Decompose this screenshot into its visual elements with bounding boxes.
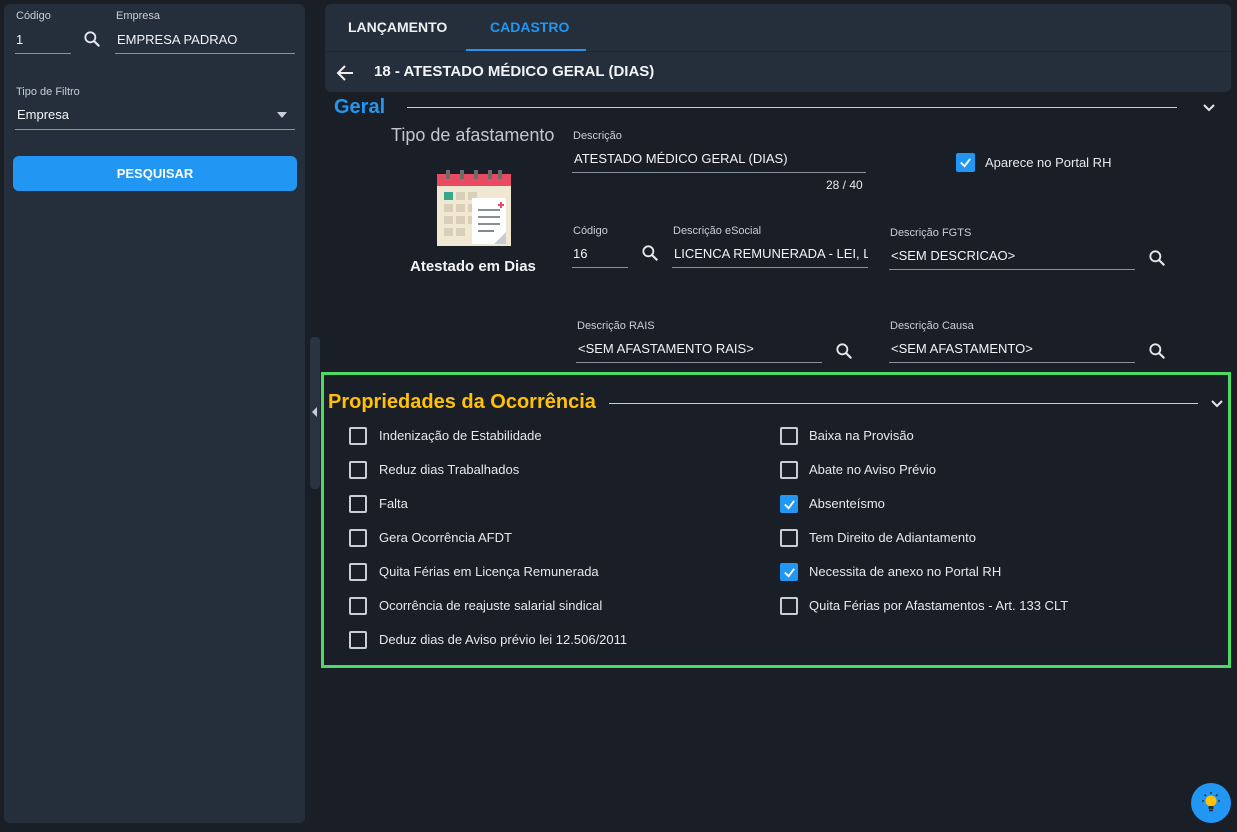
- property-label: Baixa na Provisão: [809, 428, 914, 443]
- property-checkbox[interactable]: [780, 563, 798, 581]
- descricao-label: Descrição: [573, 130, 622, 142]
- lightbulb-icon: [1202, 792, 1220, 812]
- codigo2-input[interactable]: 16: [572, 244, 628, 268]
- causa-value: <SEM AFASTAMENTO>: [891, 341, 1033, 356]
- property-label: Indenização de Estabilidade: [379, 428, 542, 443]
- property-checkbox[interactable]: [780, 495, 798, 513]
- rais-input[interactable]: <SEM AFASTAMENTO RAIS>: [576, 339, 822, 363]
- back-arrow-icon[interactable]: [336, 64, 354, 82]
- header-divider: [325, 51, 1231, 52]
- propriedades-section-title: Propriedades da Ocorrência: [328, 391, 596, 413]
- empresa-input[interactable]: EMPRESA PADRAO: [115, 30, 295, 54]
- property-checkbox[interactable]: [349, 495, 367, 513]
- property-checkbox[interactable]: [349, 461, 367, 479]
- property-label: Deduz dias de Aviso prévio lei 12.506/20…: [379, 632, 628, 647]
- tab-cadastro[interactable]: CADASTRO: [490, 19, 569, 35]
- search-icon[interactable]: [834, 341, 854, 361]
- propriedades-divider: [609, 403, 1198, 404]
- codigo2-value: 16: [573, 246, 588, 261]
- property-label: Absenteísmo: [809, 496, 885, 511]
- tipo-afastamento-label: Tipo de afastamento: [391, 125, 555, 145]
- property-label: Reduz dias Trabalhados: [379, 462, 520, 477]
- chevron-down-icon[interactable]: [1210, 399, 1224, 409]
- property-label: Abate no Aviso Prévio: [809, 462, 936, 477]
- geral-section-title: Geral: [334, 96, 386, 118]
- active-tab-indicator: [466, 49, 586, 51]
- property-checkbox[interactable]: [349, 597, 367, 615]
- esocial-value: LICENCA REMUNERADA - LEI, LIB: [674, 246, 868, 261]
- dropdown-arrow-icon: [277, 112, 287, 118]
- property-label: Falta: [379, 496, 408, 511]
- property-label: Tem Direito de Adiantamento: [809, 530, 976, 545]
- descricao-input[interactable]: ATESTADO MÉDICO GERAL (DIAS): [572, 149, 866, 173]
- tipo-filtro-select[interactable]: Empresa: [15, 106, 295, 130]
- codigo-value: 1: [16, 32, 24, 47]
- esocial-label: Descrição eSocial: [673, 225, 762, 237]
- property-checkbox[interactable]: [780, 427, 798, 445]
- causa-input[interactable]: <SEM AFASTAMENTO>: [889, 339, 1135, 363]
- search-icon[interactable]: [1147, 341, 1167, 361]
- property-label: Gera Ocorrência AFDT: [379, 530, 512, 545]
- search-icon[interactable]: [640, 243, 660, 263]
- fgts-value: <SEM DESCRICAO>: [891, 248, 1016, 263]
- codigo2-label: Código: [573, 225, 608, 237]
- page-title: 18 - ATESTADO MÉDICO GERAL (DIAS): [374, 63, 655, 80]
- portal-rh-checkbox[interactable]: [956, 153, 975, 172]
- image-caption: Atestado em Dias: [410, 258, 536, 275]
- tipo-filtro-value: Empresa: [17, 107, 70, 122]
- property-checkbox[interactable]: [780, 529, 798, 547]
- chevron-down-icon[interactable]: [1202, 103, 1216, 113]
- search-icon[interactable]: [82, 29, 102, 49]
- property-checkbox[interactable]: [349, 631, 367, 649]
- checkmark-icon: [784, 500, 795, 510]
- fgts-label: Descrição FGTS: [890, 227, 972, 239]
- property-label: Necessita de anexo no Portal RH: [809, 564, 1002, 579]
- property-label: Quita Férias em Licença Remunerada: [379, 564, 599, 579]
- descricao-value: ATESTADO MÉDICO GERAL (DIAS): [574, 151, 788, 166]
- empresa-value: EMPRESA PADRAO: [117, 32, 238, 47]
- property-label: Quita Férias por Afastamentos - Art. 133…: [809, 598, 1069, 613]
- rais-label: Descrição RAIS: [577, 320, 655, 332]
- help-button[interactable]: [1191, 783, 1231, 823]
- propriedades-section: [321, 372, 1231, 668]
- property-checkbox[interactable]: [349, 427, 367, 445]
- checkmark-icon: [960, 158, 971, 168]
- causa-label: Descrição Causa: [890, 320, 974, 332]
- descricao-counter: 28 / 40: [826, 178, 863, 192]
- codigo-input[interactable]: 1: [15, 30, 71, 54]
- portal-rh-label: Aparece no Portal RH: [985, 155, 1112, 170]
- checkmark-icon: [784, 568, 795, 578]
- calendar-document-icon: [437, 170, 511, 246]
- property-checkbox[interactable]: [349, 529, 367, 547]
- property-checkbox[interactable]: [780, 461, 798, 479]
- property-label: Ocorrência de reajuste salarial sindical: [379, 598, 603, 613]
- geral-divider: [407, 107, 1177, 108]
- rais-value: <SEM AFASTAMENTO RAIS>: [578, 341, 754, 356]
- esocial-input[interactable]: LICENCA REMUNERADA - LEI, LIB: [672, 244, 868, 268]
- tipo-filtro-label: Tipo de Filtro: [16, 86, 80, 98]
- property-checkbox[interactable]: [349, 563, 367, 581]
- codigo-label: Código: [16, 10, 51, 22]
- collapse-left-icon[interactable]: [311, 406, 319, 418]
- search-icon[interactable]: [1147, 248, 1167, 268]
- fgts-input[interactable]: <SEM DESCRICAO>: [889, 246, 1135, 270]
- pesquisar-button[interactable]: PESQUISAR: [13, 156, 297, 191]
- tab-lancamento[interactable]: LANÇAMENTO: [348, 19, 447, 35]
- property-checkbox[interactable]: [780, 597, 798, 615]
- empresa-label: Empresa: [116, 10, 161, 22]
